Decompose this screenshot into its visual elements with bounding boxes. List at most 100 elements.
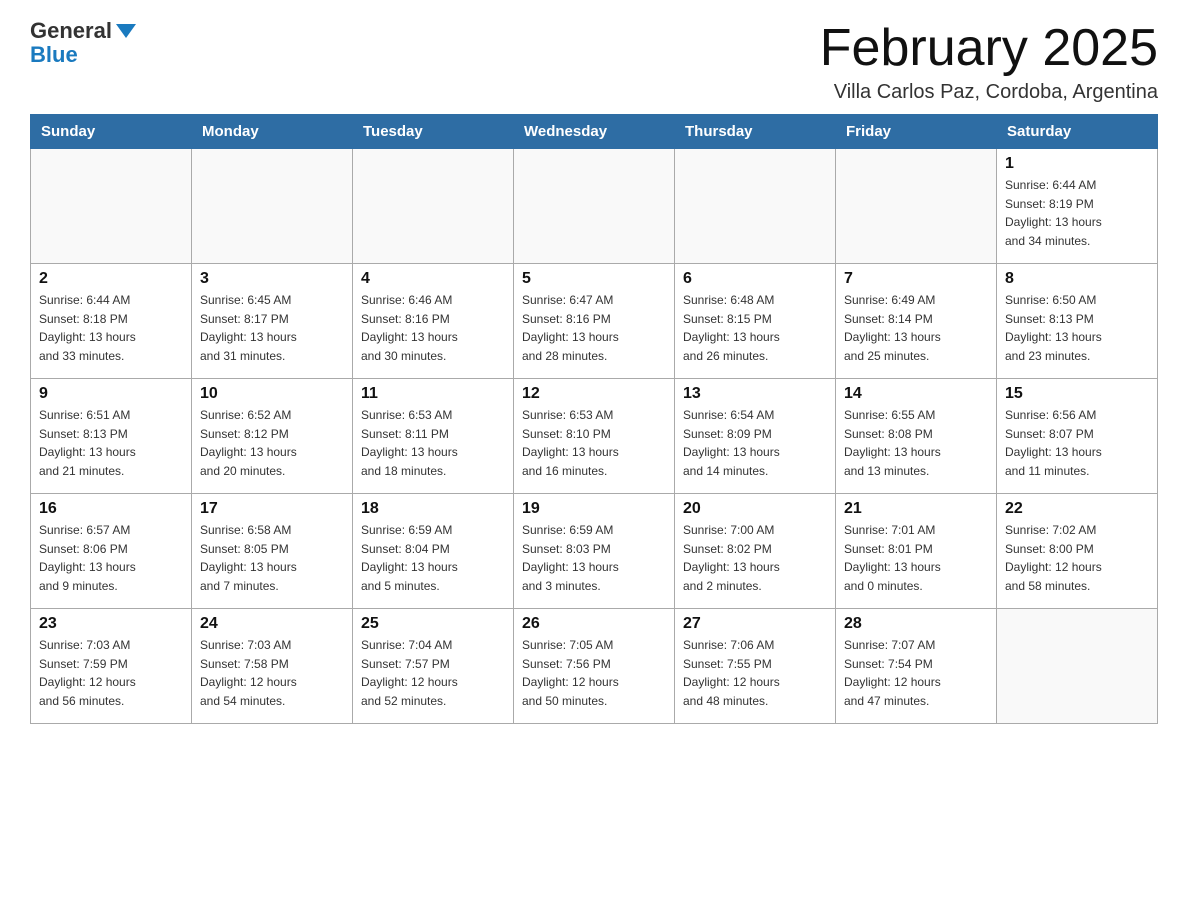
title-area: February 2025 Villa Carlos Paz, Cordoba,…: [820, 20, 1158, 104]
day-info: Sunrise: 6:54 AMSunset: 8:09 PMDaylight:…: [683, 406, 827, 480]
day-number: 15: [1005, 385, 1149, 403]
calendar-cell: 18Sunrise: 6:59 AMSunset: 8:04 PMDayligh…: [353, 494, 514, 609]
calendar-cell: [353, 149, 514, 264]
day-number: 10: [200, 385, 344, 403]
day-number: 1: [1005, 155, 1149, 173]
day-number: 26: [522, 615, 666, 633]
calendar-cell: 23 Sunrise: 7:03 AMSunset: 7:59 PMDayligh…: [31, 609, 192, 724]
day-info: Sunrise: 7:04 AMSunset: 7:57 PMDaylight:…: [361, 636, 505, 710]
calendar-cell: [192, 149, 353, 264]
weekday-header-saturday: Saturday: [997, 115, 1158, 149]
day-info: Sunrise: 6:59 AMSunset: 8:03 PMDaylight:…: [522, 521, 666, 595]
calendar-cell: 21 Sunrise: 7:01 AMSunset: 8:01 PMDayligh…: [836, 494, 997, 609]
day-number: 20: [683, 500, 827, 518]
calendar-cell: 9 Sunrise: 6:51 AMSunset: 8:13 PMDaylight…: [31, 379, 192, 494]
day-info: Sunrise: 7:01 AMSunset: 8:01 PMDaylight:…: [844, 521, 988, 595]
weekday-header-monday: Monday: [192, 115, 353, 149]
day-number: 22: [1005, 500, 1149, 518]
day-number: 6: [683, 270, 827, 288]
day-number: 18: [361, 500, 505, 518]
weekday-header-tuesday: Tuesday: [353, 115, 514, 149]
calendar-cell: [31, 149, 192, 264]
day-info: Sunrise: 6:53 AMSunset: 8:10 PMDaylight:…: [522, 406, 666, 480]
day-info: Sunrise: 6:45 AMSunset: 8:17 PMDaylight:…: [200, 291, 344, 365]
calendar-cell: 26 Sunrise: 7:05 AMSunset: 7:56 PMDayligh…: [514, 609, 675, 724]
calendar-cell: 12 Sunrise: 6:53 AMSunset: 8:10 PMDayligh…: [514, 379, 675, 494]
day-number: 19: [522, 500, 666, 518]
day-number: 27: [683, 615, 827, 633]
day-number: 11: [361, 385, 505, 403]
location-subtitle: Villa Carlos Paz, Cordoba, Argentina: [820, 81, 1158, 104]
day-info: Sunrise: 6:47 AMSunset: 8:16 PMDaylight:…: [522, 291, 666, 365]
calendar-cell: 6 Sunrise: 6:48 AMSunset: 8:15 PMDaylight…: [675, 264, 836, 379]
week-row-4: 16Sunrise: 6:57 AMSunset: 8:06 PMDayligh…: [31, 494, 1158, 609]
calendar-cell: 10 Sunrise: 6:52 AMSunset: 8:12 PMDayligh…: [192, 379, 353, 494]
day-number: 21: [844, 500, 988, 518]
day-info: Sunrise: 7:00 AMSunset: 8:02 PMDaylight:…: [683, 521, 827, 595]
day-number: 7: [844, 270, 988, 288]
day-info: Sunrise: 6:50 AMSunset: 8:13 PMDaylight:…: [1005, 291, 1149, 365]
day-info: Sunrise: 6:46 AMSunset: 8:16 PMDaylight:…: [361, 291, 505, 365]
day-number: 12: [522, 385, 666, 403]
calendar-cell: 5 Sunrise: 6:47 AMSunset: 8:16 PMDaylight…: [514, 264, 675, 379]
calendar-cell: 3 Sunrise: 6:45 AMSunset: 8:17 PMDaylight…: [192, 264, 353, 379]
day-number: 8: [1005, 270, 1149, 288]
day-info: Sunrise: 6:44 AMSunset: 8:18 PMDaylight:…: [39, 291, 183, 365]
calendar-cell: 8 Sunrise: 6:50 AMSunset: 8:13 PMDaylight…: [997, 264, 1158, 379]
day-number: 16: [39, 500, 183, 518]
weekday-header-wednesday: Wednesday: [514, 115, 675, 149]
day-number: 5: [522, 270, 666, 288]
day-info: Sunrise: 6:53 AMSunset: 8:11 PMDaylight:…: [361, 406, 505, 480]
day-number: 28: [844, 615, 988, 633]
logo: General Blue: [30, 20, 136, 68]
day-info: Sunrise: 7:05 AMSunset: 7:56 PMDaylight:…: [522, 636, 666, 710]
day-info: Sunrise: 7:03 AMSunset: 7:58 PMDaylight:…: [200, 636, 344, 710]
day-info: Sunrise: 6:51 AMSunset: 8:13 PMDaylight:…: [39, 406, 183, 480]
day-number: 17: [200, 500, 344, 518]
calendar-cell: [675, 149, 836, 264]
calendar-cell: [997, 609, 1158, 724]
calendar-cell: 2 Sunrise: 6:44 AMSunset: 8:18 PMDaylight…: [31, 264, 192, 379]
day-number: 14: [844, 385, 988, 403]
day-number: 3: [200, 270, 344, 288]
calendar-cell: 28Sunrise: 7:07 AMSunset: 7:54 PMDayligh…: [836, 609, 997, 724]
logo-arrow-icon: [116, 24, 136, 38]
calendar-cell: 14 Sunrise: 6:55 AMSunset: 8:08 PMDayligh…: [836, 379, 997, 494]
logo-text-blue: Blue: [30, 42, 78, 68]
day-number: 9: [39, 385, 183, 403]
week-row-1: 1 Sunrise: 6:44 AMSunset: 8:19 PMDaylight…: [31, 149, 1158, 264]
weekday-header-sunday: Sunday: [31, 115, 192, 149]
calendar-cell: 20 Sunrise: 7:00 AMSunset: 8:02 PMDayligh…: [675, 494, 836, 609]
calendar-cell: 22 Sunrise: 7:02 AMSunset: 8:00 PMDayligh…: [997, 494, 1158, 609]
day-info: Sunrise: 6:49 AMSunset: 8:14 PMDaylight:…: [844, 291, 988, 365]
weekday-header-thursday: Thursday: [675, 115, 836, 149]
day-info: Sunrise: 6:44 AMSunset: 8:19 PMDaylight:…: [1005, 176, 1149, 250]
day-info: Sunrise: 7:02 AMSunset: 8:00 PMDaylight:…: [1005, 521, 1149, 595]
calendar-cell: [514, 149, 675, 264]
calendar-cell: 7 Sunrise: 6:49 AMSunset: 8:14 PMDaylight…: [836, 264, 997, 379]
calendar-cell: 25 Sunrise: 7:04 AMSunset: 7:57 PMDayligh…: [353, 609, 514, 724]
day-number: 2: [39, 270, 183, 288]
day-info: Sunrise: 6:55 AMSunset: 8:08 PMDaylight:…: [844, 406, 988, 480]
month-title: February 2025: [820, 20, 1158, 77]
weekday-header-friday: Friday: [836, 115, 997, 149]
day-number: 23: [39, 615, 183, 633]
calendar-table: SundayMondayTuesdayWednesdayThursdayFrid…: [30, 114, 1158, 724]
calendar-cell: 15 Sunrise: 6:56 AMSunset: 8:07 PMDayligh…: [997, 379, 1158, 494]
day-info: Sunrise: 6:52 AMSunset: 8:12 PMDaylight:…: [200, 406, 344, 480]
day-info: Sunrise: 6:56 AMSunset: 8:07 PMDaylight:…: [1005, 406, 1149, 480]
calendar-cell: 16Sunrise: 6:57 AMSunset: 8:06 PMDayligh…: [31, 494, 192, 609]
calendar-cell: 4Sunrise: 6:46 AMSunset: 8:16 PMDaylight…: [353, 264, 514, 379]
calendar-cell: [836, 149, 997, 264]
weekday-header-row: SundayMondayTuesdayWednesdayThursdayFrid…: [31, 115, 1158, 149]
week-row-2: 2 Sunrise: 6:44 AMSunset: 8:18 PMDaylight…: [31, 264, 1158, 379]
day-info: Sunrise: 6:58 AMSunset: 8:05 PMDaylight:…: [200, 521, 344, 595]
day-number: 24: [200, 615, 344, 633]
day-info: Sunrise: 7:03 AMSunset: 7:59 PMDaylight:…: [39, 636, 183, 710]
day-number: 13: [683, 385, 827, 403]
week-row-5: 23 Sunrise: 7:03 AMSunset: 7:59 PMDayligh…: [31, 609, 1158, 724]
day-number: 25: [361, 615, 505, 633]
calendar-cell: 19 Sunrise: 6:59 AMSunset: 8:03 PMDayligh…: [514, 494, 675, 609]
week-row-3: 9 Sunrise: 6:51 AMSunset: 8:13 PMDaylight…: [31, 379, 1158, 494]
day-info: Sunrise: 6:48 AMSunset: 8:15 PMDaylight:…: [683, 291, 827, 365]
